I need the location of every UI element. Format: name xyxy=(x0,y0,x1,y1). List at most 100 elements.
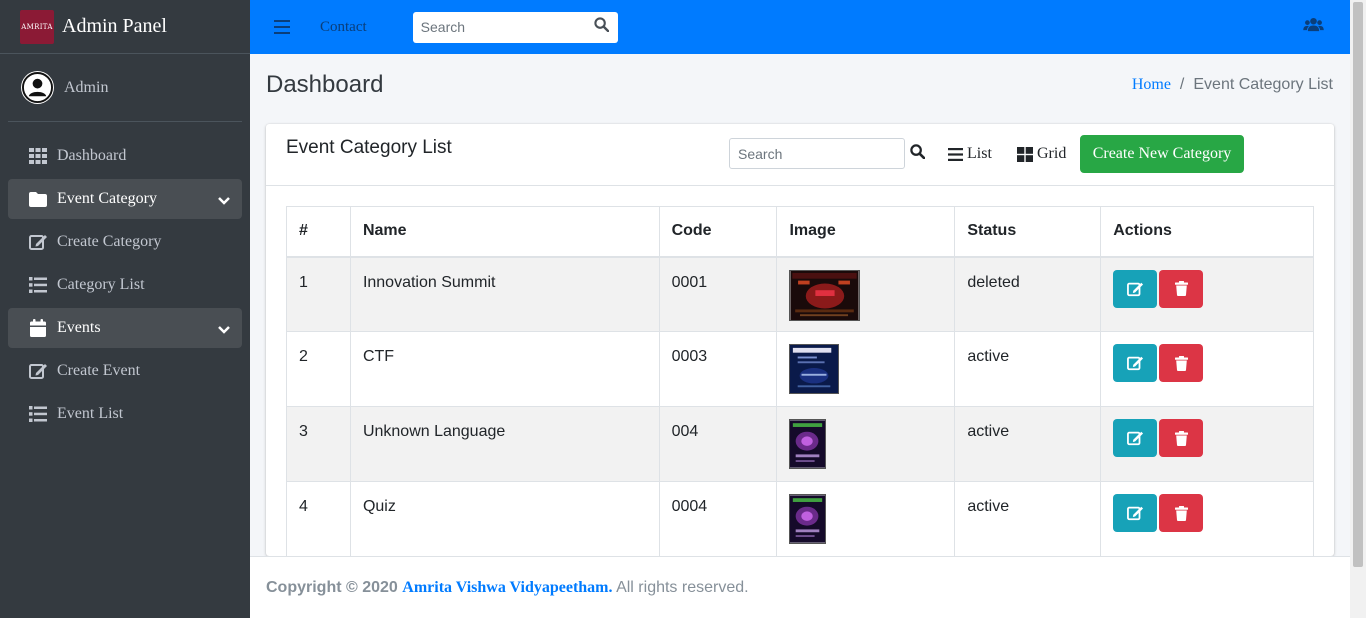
edit-icon xyxy=(1126,506,1143,521)
breadcrumb-separator: / xyxy=(1179,76,1185,93)
sidebar-item-events[interactable]: Events xyxy=(8,308,242,348)
sidebar: AMRITA Admin Panel Admin Dashboard Event… xyxy=(0,0,250,618)
scrollbar-thumb[interactable] xyxy=(1353,2,1363,567)
sidebar-item-dashboard[interactable]: Dashboard xyxy=(8,136,242,176)
topbar-search-input[interactable] xyxy=(412,12,583,42)
edit-button[interactable] xyxy=(1113,269,1158,308)
grid-view-label: Grid xyxy=(1037,145,1067,162)
sidebar-item-create-event[interactable]: Create Event xyxy=(8,351,242,391)
menu-toggle-icon[interactable] xyxy=(274,20,290,34)
row-name: Quiz xyxy=(349,481,660,556)
table-row: 2 CTF 0003 active xyxy=(286,331,1314,407)
sidebar-item-label: Create Category xyxy=(57,233,162,250)
row-code: 0001 xyxy=(658,256,778,332)
card-header: Event Category List List Grid Create New… xyxy=(266,124,1334,186)
brand-logo: AMRITA xyxy=(20,9,54,44)
footer: Copyright © 2020 Amrita Vishwa Vidyapeet… xyxy=(250,556,1350,618)
column-header-status: Status xyxy=(954,206,1102,258)
grid-view-button[interactable]: Grid xyxy=(1017,145,1066,163)
column-header-actions: Actions xyxy=(1100,206,1314,258)
bars-icon xyxy=(948,147,963,161)
search-icon[interactable] xyxy=(910,144,926,164)
footer-copyright: Copyright © 2020 xyxy=(266,579,398,596)
sidebar-item-label: Event List xyxy=(57,405,124,422)
breadcrumb-home-link[interactable]: Home xyxy=(1132,76,1171,94)
trash-icon xyxy=(1174,281,1188,296)
row-name: Innovation Summit xyxy=(349,256,660,332)
delete-button[interactable] xyxy=(1159,419,1204,457)
row-status: active xyxy=(954,481,1102,556)
footer-text: Copyright © 2020 Amrita Vishwa Vidyapeet… xyxy=(266,579,749,597)
search-icon[interactable] xyxy=(594,17,609,37)
row-number: 1 xyxy=(286,256,351,332)
list-view-button[interactable]: List xyxy=(948,145,992,163)
footer-rights: All rights reserved. xyxy=(616,579,749,596)
event-poster-thumbnail xyxy=(789,269,861,321)
sidebar-item-category-list[interactable]: Category List xyxy=(8,265,242,305)
sidebar-item-label: Dashboard xyxy=(57,147,127,164)
page-scrollbar[interactable] xyxy=(1350,0,1366,618)
table-row: 4 Quiz 0004 active xyxy=(286,481,1314,556)
topbar-search xyxy=(412,11,618,43)
sidebar-item-label: Events xyxy=(57,319,101,336)
event-poster-thumbnail xyxy=(789,344,840,394)
sidebar-item-create-category[interactable]: Create Category xyxy=(8,222,242,262)
row-code: 0004 xyxy=(658,481,778,556)
sidebar-item-label: Create Event xyxy=(57,362,141,379)
grid-icon xyxy=(1017,146,1033,162)
delete-button[interactable] xyxy=(1159,269,1204,308)
edit-button[interactable] xyxy=(1113,344,1158,382)
user-panel[interactable]: Admin xyxy=(8,54,242,122)
card-title: Event Category List xyxy=(286,137,452,158)
footer-org-link[interactable]: Amrita Vishwa Vidyapeetham. xyxy=(402,579,612,596)
sidebar-nav: Dashboard Event Category Create Category xyxy=(0,136,250,434)
edit-button[interactable] xyxy=(1113,494,1158,532)
event-poster-thumbnail xyxy=(789,419,827,469)
users-icon[interactable] xyxy=(1303,17,1324,37)
folder-icon xyxy=(28,189,48,209)
card-search xyxy=(729,138,905,169)
delete-button[interactable] xyxy=(1159,344,1204,382)
chevron-down-icon xyxy=(218,192,230,210)
edit-icon xyxy=(1126,431,1143,446)
row-number: 4 xyxy=(286,481,351,556)
column-header-image: Image xyxy=(776,206,956,258)
sidebar-item-event-list[interactable]: Event List xyxy=(8,394,242,434)
table-row: 1 Innovation Summit 0001 deleted xyxy=(286,256,1314,332)
calendar-icon xyxy=(28,318,48,338)
topbar: Contact xyxy=(250,0,1350,54)
edit-icon xyxy=(28,361,48,381)
column-header-number: # xyxy=(286,206,351,258)
sidebar-item-event-category[interactable]: Event Category xyxy=(8,179,242,219)
column-header-code: Code xyxy=(658,206,778,258)
trash-icon xyxy=(1174,430,1188,446)
edit-button[interactable] xyxy=(1113,419,1158,457)
row-code: 0003 xyxy=(658,331,778,407)
row-number: 2 xyxy=(286,331,351,407)
create-category-button[interactable]: Create New Category xyxy=(1080,135,1244,173)
edit-icon xyxy=(1126,282,1143,296)
list-view-label: List xyxy=(967,145,992,162)
edit-icon xyxy=(28,232,48,252)
th-icon xyxy=(28,146,48,166)
trash-icon xyxy=(1174,355,1188,371)
contact-link[interactable]: Contact xyxy=(320,19,367,36)
event-poster-thumbnail xyxy=(789,494,827,544)
category-table: # Name Code Image Status Actions 1 Innov… xyxy=(286,206,1314,556)
row-name: CTF xyxy=(349,331,660,407)
breadcrumb: Home / Event Category List xyxy=(1132,76,1333,94)
card-search-input[interactable] xyxy=(730,139,900,168)
user-avatar-icon xyxy=(21,71,54,104)
page-title: Dashboard xyxy=(266,71,384,98)
table-row: 3 Unknown Language 004 active xyxy=(286,406,1314,482)
row-name: Unknown Language xyxy=(349,406,660,482)
chevron-down-icon xyxy=(218,321,230,339)
brand-title: Admin Panel xyxy=(62,15,167,37)
delete-button[interactable] xyxy=(1159,494,1204,532)
brand-link[interactable]: AMRITA Admin Panel xyxy=(0,0,250,54)
column-header-name: Name xyxy=(349,206,660,258)
sidebar-item-label: Event Category xyxy=(57,190,157,207)
row-number: 3 xyxy=(286,406,351,482)
row-status: active xyxy=(954,406,1102,482)
list-icon xyxy=(28,275,48,295)
